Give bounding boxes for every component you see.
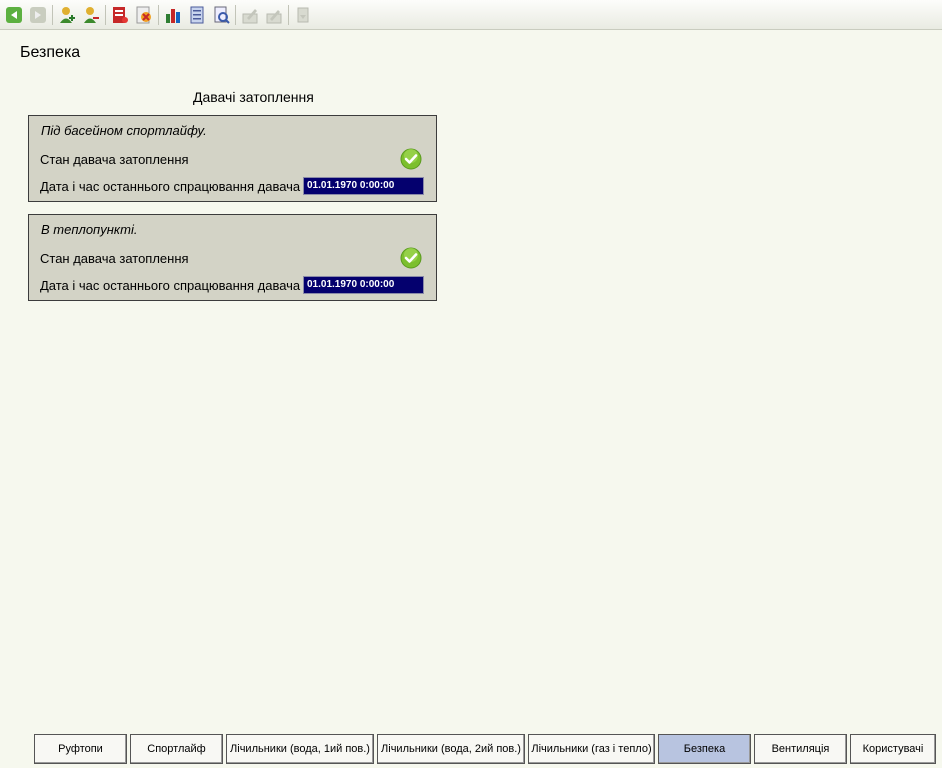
nav-button-security[interactable]: Безпека (658, 734, 751, 764)
toolbar-separator (52, 4, 53, 25)
edit-pen-disabled-icon[interactable] (264, 5, 284, 25)
nav-button-ventilation[interactable]: Вентиляція (754, 734, 847, 764)
edit-disabled-icon[interactable] (240, 5, 260, 25)
sensor-panel: В теплопункті. Стан давача затоплення Да… (28, 214, 437, 301)
toolbar-separator (105, 4, 106, 25)
check-ok-icon (400, 247, 422, 269)
sensor-state-label: Стан давача затоплення (40, 251, 189, 266)
export-disabled-icon[interactable] (293, 5, 313, 25)
nav-button-meters-gas-heat[interactable]: Лічильники (газ і тепло) (528, 734, 655, 764)
user-remove-icon[interactable] (81, 5, 101, 25)
back-arrow-icon[interactable] (4, 5, 24, 25)
section-title: Давачі затоплення (193, 89, 314, 105)
check-ok-icon (400, 148, 422, 170)
sensor-panel: Під басейном спортлайфу. Стан давача зат… (28, 115, 437, 202)
sensor-location: В теплопункті. (41, 222, 138, 237)
last-trigger-label: Дата і час останнього спрацювання давача (40, 278, 301, 293)
nav-button-meters-water-1[interactable]: Лічильники (вода, 1ий пов.) (226, 734, 374, 764)
sensor-location: Під басейном спортлайфу. (41, 123, 207, 138)
forward-arrow-icon[interactable] (28, 5, 48, 25)
last-trigger-value: 01.01.1970 0:00:00 (303, 276, 424, 294)
user-add-icon[interactable] (57, 5, 77, 25)
report-red-icon[interactable] (110, 5, 130, 25)
toolbar-separator (235, 4, 236, 25)
document-list-icon[interactable] (187, 5, 207, 25)
last-trigger-value: 01.01.1970 0:00:00 (303, 177, 424, 195)
toolbar-separator (288, 4, 289, 25)
page-title: Безпека (20, 44, 81, 61)
toolbar (0, 0, 942, 30)
nav-button-sportlife[interactable]: Спортлайф (130, 734, 223, 764)
nav-button-users[interactable]: Користувачі (850, 734, 936, 764)
report-delete-icon[interactable] (134, 5, 154, 25)
toolbar-separator (158, 4, 159, 25)
last-trigger-label: Дата і час останнього спрацювання давача (40, 179, 301, 194)
nav-button-meters-water-2[interactable]: Лічильники (вода, 2ий пов.) (377, 734, 525, 764)
sensor-state-label: Стан давача затоплення (40, 152, 189, 167)
nav-button-rooftops[interactable]: Руфтопи (34, 734, 127, 764)
print-preview-icon[interactable] (211, 5, 231, 25)
bar-chart-icon[interactable] (163, 5, 183, 25)
